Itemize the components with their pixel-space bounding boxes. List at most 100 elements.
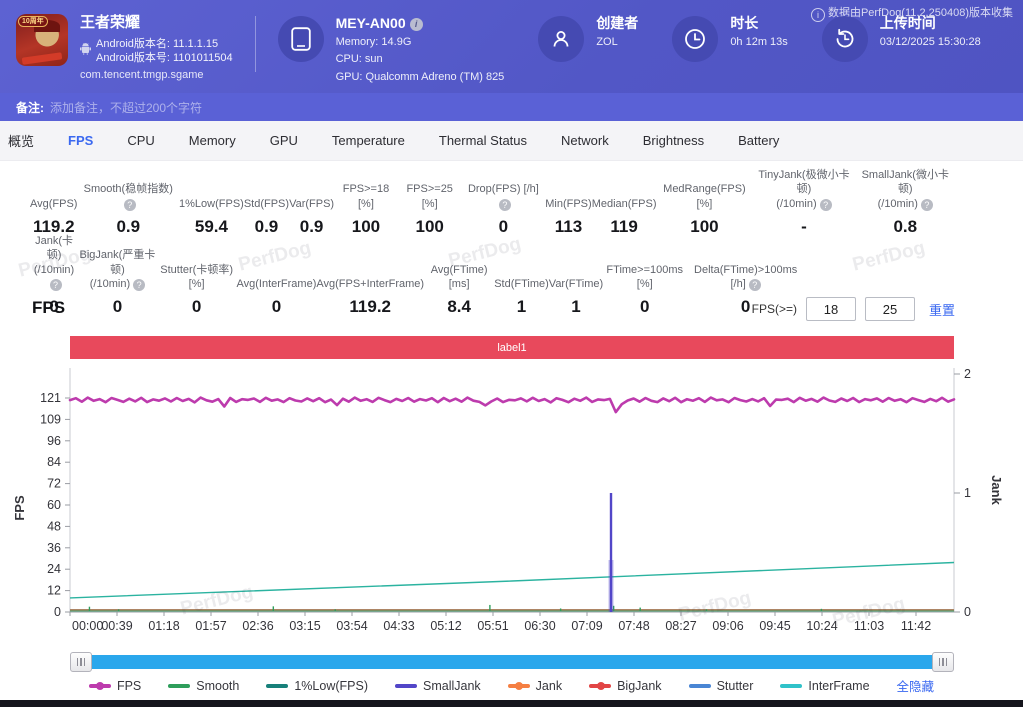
stat-value: 0 xyxy=(741,297,750,317)
legend-marker xyxy=(780,684,802,688)
device-gpu: GPU: Qualcomm Adreno (TM) 825 xyxy=(336,70,505,84)
legend-marker xyxy=(589,684,611,688)
legend-item-1%low-fps-[interactable]: 1%Low(FPS) xyxy=(266,679,368,693)
help-icon[interactable]: ? xyxy=(124,199,136,211)
svg-text:24: 24 xyxy=(47,562,61,576)
svg-text:12: 12 xyxy=(47,584,61,598)
stat-std-fps-: Std(FPS)0.9 xyxy=(244,183,289,237)
svg-text:11:03: 11:03 xyxy=(854,619,884,633)
help-icon[interactable]: ? xyxy=(921,199,933,211)
legend-marker xyxy=(395,684,417,688)
device-icon xyxy=(278,16,324,62)
tab-gpu[interactable]: GPU xyxy=(253,133,315,148)
svg-text:0: 0 xyxy=(54,605,61,619)
fps-threshold-label: FPS(>=) xyxy=(752,302,797,316)
stat-value: 0.8 xyxy=(893,217,917,237)
help-icon[interactable]: ? xyxy=(820,199,832,211)
stat-value: 0 xyxy=(192,297,201,317)
tab-cpu[interactable]: CPU xyxy=(110,133,171,148)
duration-icon xyxy=(672,16,718,62)
stat-fps-18-%-: FPS>=18 [%]100 xyxy=(334,182,398,237)
legend-marker xyxy=(508,684,530,688)
legend-label: BigJank xyxy=(617,679,661,693)
scrollbar-right-handle[interactable] xyxy=(932,652,954,672)
fps-chart-canvas[interactable]: 1211099684726048362412021000:0000:3901:1… xyxy=(0,360,1023,650)
legend-item-bigjank[interactable]: BigJank xyxy=(589,679,661,693)
device-info-icon[interactable]: i xyxy=(410,18,423,31)
svg-text:09:06: 09:06 xyxy=(712,619,743,633)
fps-stats-row-2: Jank(卡顿)(/10min)?0BigJank(严重卡顿)(/10min)?… xyxy=(30,234,805,317)
legend-item-interframe[interactable]: InterFrame xyxy=(780,679,869,693)
tab-fps[interactable]: FPS xyxy=(51,133,110,148)
device-cpu: CPU: sun xyxy=(336,52,505,66)
stat-avg-fps-: Avg(FPS)119.2 xyxy=(30,183,77,237)
help-icon[interactable]: ? xyxy=(749,279,761,291)
perfdog-report-page: i数据由PerfDog(11.2.250408)版本收集 10周年 王者荣耀 A… xyxy=(0,0,1023,707)
svg-text:121: 121 xyxy=(40,391,61,405)
fps-threshold-input-1[interactable] xyxy=(806,297,856,321)
tab-memory[interactable]: Memory xyxy=(172,133,253,148)
game-anniversary-badge: 10周年 xyxy=(18,16,48,27)
legend-label: Smooth xyxy=(196,679,239,693)
legend-item-smalljank[interactable]: SmallJank xyxy=(395,679,481,693)
scrollbar-track[interactable] xyxy=(92,655,932,669)
hide-all-link[interactable]: 全隐藏 xyxy=(897,676,935,695)
creator-icon xyxy=(538,16,584,62)
svg-text:08:27: 08:27 xyxy=(665,619,696,633)
creator-label: 创建者 xyxy=(596,14,638,32)
upload-time-icon xyxy=(822,16,868,62)
stat-smalljank-: SmallJank(微小卡顿)(/10min)?0.8 xyxy=(856,168,955,237)
stat-bigjank-: BigJank(严重卡顿)(/10min)?0 xyxy=(78,248,157,317)
help-icon[interactable]: ? xyxy=(499,199,511,211)
svg-text:06:30: 06:30 xyxy=(524,619,555,633)
legend-item-fps[interactable]: FPS xyxy=(89,679,141,693)
legend-label: Jank xyxy=(536,679,562,693)
tab-概览[interactable]: 概览 xyxy=(0,131,51,150)
legend-item-jank[interactable]: Jank xyxy=(508,679,562,693)
fps-chart[interactable]: 1211099684726048362412021000:0000:3901:1… xyxy=(0,360,1023,650)
creator-value: ZOL xyxy=(596,35,638,49)
svg-text:36: 36 xyxy=(47,541,61,555)
stat-value: 8.4 xyxy=(447,297,471,317)
chart-range-scrollbar[interactable] xyxy=(70,652,954,672)
svg-text:Jank: Jank xyxy=(989,475,1004,505)
tab-temperature[interactable]: Temperature xyxy=(315,133,422,148)
legend-marker xyxy=(89,684,111,688)
fps-section-title: FPS xyxy=(32,298,65,318)
svg-text:05:12: 05:12 xyxy=(430,619,461,633)
tab-battery[interactable]: Battery xyxy=(721,133,796,148)
svg-text:03:54: 03:54 xyxy=(336,619,367,633)
duration-label: 时长 xyxy=(730,14,787,32)
watermark: PerfDog xyxy=(850,237,927,276)
stat-medrange-fps-%-: MedRange(FPS)[%]100 xyxy=(656,182,752,237)
legend-item-smooth[interactable]: Smooth xyxy=(168,679,239,693)
stat-drop-fps-h-: Drop(FPS) [/h]?0 xyxy=(462,182,546,237)
stat-value: 119.2 xyxy=(349,297,391,317)
note-bar[interactable]: 备注: 添加备注，不超过200个字符 xyxy=(0,93,1023,121)
fps-threshold-input-2[interactable] xyxy=(865,297,915,321)
help-icon[interactable]: ? xyxy=(133,279,145,291)
svg-text:05:51: 05:51 xyxy=(477,619,508,633)
legend-item-stutter[interactable]: Stutter xyxy=(689,679,754,693)
chart-label-banner: label1 xyxy=(70,336,954,359)
svg-text:60: 60 xyxy=(47,498,61,512)
reset-button[interactable]: 重置 xyxy=(929,300,955,319)
svg-text:07:48: 07:48 xyxy=(618,619,649,633)
svg-text:01:18: 01:18 xyxy=(148,619,179,633)
stat-std-ftime-: Std(FTime)1 xyxy=(494,263,549,317)
scrollbar-left-handle[interactable] xyxy=(70,652,92,672)
window-bottom-edge xyxy=(0,700,1023,707)
note-input-placeholder[interactable]: 添加备注，不超过200个字符 xyxy=(50,99,202,116)
tab-thermal-status[interactable]: Thermal Status xyxy=(422,133,544,148)
device-memory: Memory: 14.9G xyxy=(336,35,505,49)
tab-network[interactable]: Network xyxy=(544,133,626,148)
stat-avg-interframe-: Avg(InterFrame)0 xyxy=(236,263,316,317)
legend-marker xyxy=(168,684,190,688)
svg-text:03:15: 03:15 xyxy=(289,619,320,633)
tab-brightness[interactable]: Brightness xyxy=(626,133,721,148)
svg-text:10:24: 10:24 xyxy=(806,619,837,633)
duration-value: 0h 12m 13s xyxy=(730,35,787,49)
svg-text:84: 84 xyxy=(47,455,61,469)
help-icon[interactable]: ? xyxy=(50,279,62,291)
fps-stats-row-1: Avg(FPS)119.2Smooth(稳帧指数)?0.91%Low(FPS)5… xyxy=(30,168,955,237)
